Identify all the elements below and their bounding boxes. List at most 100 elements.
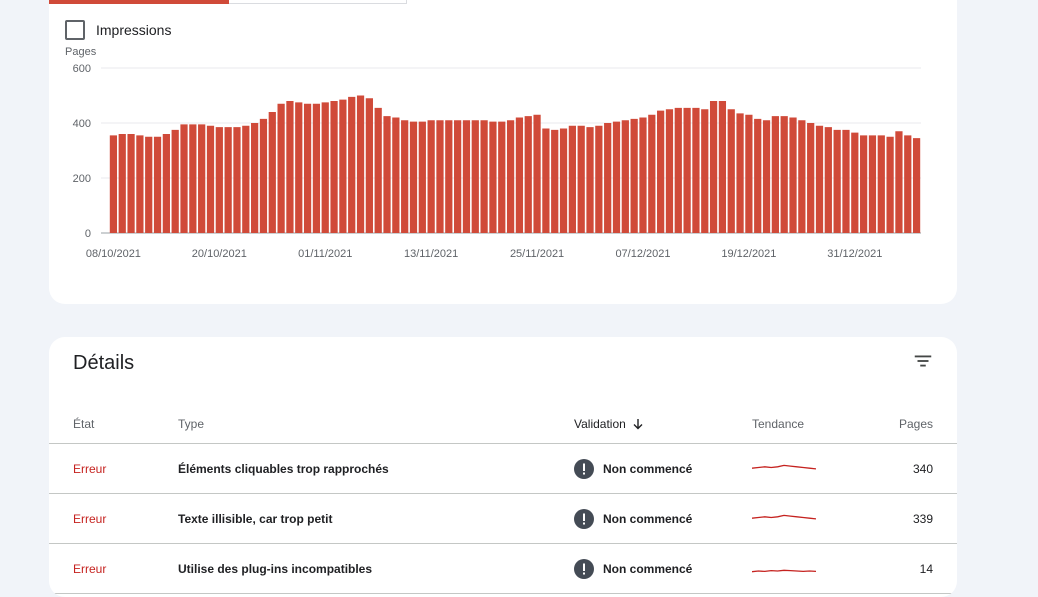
column-header-etat[interactable]: État: [73, 417, 94, 431]
bar[interactable]: [824, 127, 832, 233]
bar[interactable]: [595, 125, 603, 233]
bar[interactable]: [198, 124, 206, 233]
bar[interactable]: [833, 129, 841, 233]
bar[interactable]: [762, 120, 771, 233]
bar[interactable]: [692, 107, 700, 233]
bar[interactable]: [171, 129, 179, 233]
bar[interactable]: [771, 116, 779, 233]
bar[interactable]: [639, 117, 647, 234]
bar[interactable]: [489, 121, 497, 233]
bar[interactable]: [356, 95, 365, 234]
bar[interactable]: [648, 114, 656, 233]
bar[interactable]: [471, 120, 479, 233]
table-row[interactable]: Erreur Texte illisible, car trop petit N…: [49, 494, 957, 544]
bar[interactable]: [268, 112, 276, 233]
bar[interactable]: [657, 110, 665, 233]
bar[interactable]: [577, 125, 585, 233]
bar[interactable]: [745, 114, 753, 233]
bar[interactable]: [868, 135, 877, 233]
bar[interactable]: [904, 135, 912, 233]
bar[interactable]: [153, 136, 162, 233]
bar[interactable]: [180, 124, 188, 233]
bar[interactable]: [683, 107, 691, 233]
bar[interactable]: [321, 102, 329, 233]
bar[interactable]: [807, 123, 815, 233]
bar[interactable]: [330, 101, 338, 233]
bar[interactable]: [383, 116, 391, 233]
bar[interactable]: [727, 109, 735, 233]
bar[interactable]: [701, 109, 709, 233]
bar[interactable]: [224, 127, 232, 233]
bar[interactable]: [718, 101, 727, 233]
bar[interactable]: [374, 107, 382, 233]
bar[interactable]: [206, 125, 215, 233]
column-header-pages[interactable]: Pages: [899, 417, 933, 431]
bar[interactable]: [533, 114, 541, 233]
bar[interactable]: [842, 129, 850, 233]
bar[interactable]: [162, 134, 170, 233]
bar[interactable]: [418, 121, 426, 233]
bar[interactable]: [586, 127, 594, 233]
bar[interactable]: [454, 120, 462, 233]
bar[interactable]: [542, 128, 550, 234]
bar[interactable]: [286, 101, 294, 233]
bar[interactable]: [798, 120, 806, 233]
bar[interactable]: [895, 131, 903, 233]
bar[interactable]: [709, 101, 718, 233]
bar[interactable]: [189, 124, 197, 233]
bar[interactable]: [312, 103, 321, 233]
column-header-validation[interactable]: Validation: [574, 417, 644, 431]
bar[interactable]: [621, 120, 629, 233]
bar[interactable]: [674, 107, 682, 233]
bar[interactable]: [136, 135, 144, 233]
bar[interactable]: [559, 128, 568, 234]
bar[interactable]: [409, 121, 418, 233]
bar[interactable]: [612, 121, 621, 233]
bar[interactable]: [736, 113, 744, 233]
bar[interactable]: [427, 120, 435, 233]
bar[interactable]: [877, 135, 885, 233]
bar[interactable]: [851, 132, 859, 233]
bar[interactable]: [789, 117, 797, 234]
bar[interactable]: [109, 135, 118, 233]
bar[interactable]: [568, 125, 576, 233]
bar[interactable]: [339, 99, 347, 233]
bar[interactable]: [233, 127, 241, 233]
bar[interactable]: [515, 117, 524, 234]
bar[interactable]: [506, 120, 515, 233]
bar[interactable]: [860, 135, 868, 233]
bar[interactable]: [295, 102, 303, 233]
bar[interactable]: [886, 136, 894, 233]
bar[interactable]: [754, 118, 762, 233]
table-row[interactable]: Erreur Utilise des plug-ins incompatible…: [49, 544, 957, 594]
bar[interactable]: [462, 120, 471, 233]
bar[interactable]: [303, 103, 312, 233]
bar[interactable]: [665, 109, 674, 233]
bar[interactable]: [551, 129, 559, 233]
bar[interactable]: [630, 118, 638, 233]
bar[interactable]: [498, 121, 506, 233]
bar[interactable]: [480, 120, 488, 233]
bar[interactable]: [277, 103, 285, 233]
bar[interactable]: [524, 116, 532, 233]
bar[interactable]: [401, 120, 409, 233]
bar[interactable]: [127, 134, 135, 233]
bar[interactable]: [215, 127, 223, 233]
bar[interactable]: [815, 125, 824, 233]
bar[interactable]: [242, 125, 250, 233]
table-row[interactable]: Erreur Éléments cliquables trop rapproch…: [49, 444, 957, 494]
bar[interactable]: [445, 120, 453, 233]
bar[interactable]: [118, 134, 126, 233]
column-header-type[interactable]: Type: [178, 417, 204, 431]
bar[interactable]: [436, 120, 444, 233]
bar[interactable]: [259, 118, 268, 233]
bar[interactable]: [604, 123, 612, 233]
filter-icon[interactable]: [912, 350, 934, 372]
bar[interactable]: [912, 138, 921, 233]
bar[interactable]: [365, 98, 373, 233]
bar[interactable]: [145, 136, 153, 233]
bar[interactable]: [251, 123, 259, 233]
bar[interactable]: [392, 117, 400, 234]
bar[interactable]: [348, 96, 356, 233]
bar[interactable]: [780, 116, 788, 233]
